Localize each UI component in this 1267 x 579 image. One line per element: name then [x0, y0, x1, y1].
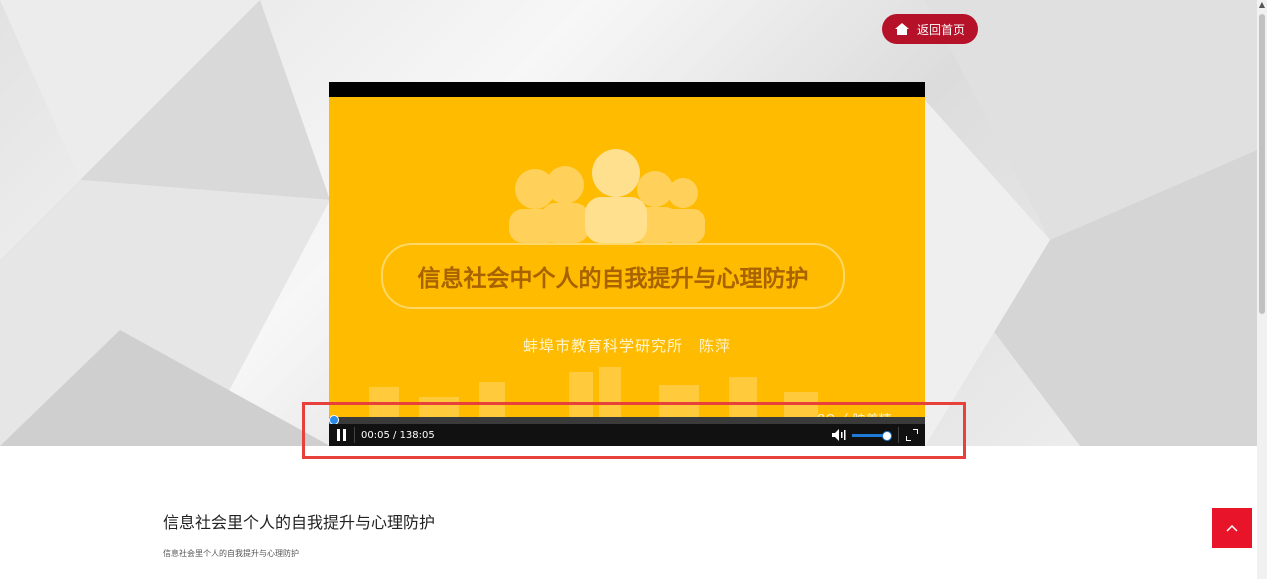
slide-subtitle: 蚌埠市教育科学研究所 陈萍 [522, 337, 731, 355]
slide-title-text: 信息社会中个人的自我提升与心理防护 [417, 266, 809, 292]
home-icon [894, 23, 909, 35]
back-to-top-button[interactable] [1212, 508, 1252, 548]
video-player[interactable]: 信息社会中个人的自我提升与心理防护 蚌埠市教育科学研究所 陈萍 8O〈 映美精 … [329, 82, 925, 446]
scrollbar-thumb[interactable] [1259, 14, 1265, 314]
home-button-label: 返回首页 [916, 22, 965, 37]
slide-title: 信息社会中个人的自我提升与心理防护 [381, 243, 845, 309]
page-title: 信息社会里个人的自我提升与心理防护 [163, 513, 436, 532]
page-description: 信息社会里个人的自我提升与心理防护 [163, 549, 299, 558]
video-frame: 信息社会中个人的自我提升与心理防护 蚌埠市教育科学研究所 陈萍 8O〈 映美精 [329, 97, 925, 417]
scroll-up-arrow-icon[interactable]: ▲ [1257, 0, 1267, 12]
hero-background: 返回首页 信息社会中个人的自我提升与心理防护 蚌埠市教育科学研究所 陈萍 00:… [0, 0, 1257, 446]
home-button[interactable]: 返回首页 [882, 14, 978, 44]
annotation-highlight-box [302, 402, 966, 459]
chevron-up-icon [1226, 524, 1238, 532]
